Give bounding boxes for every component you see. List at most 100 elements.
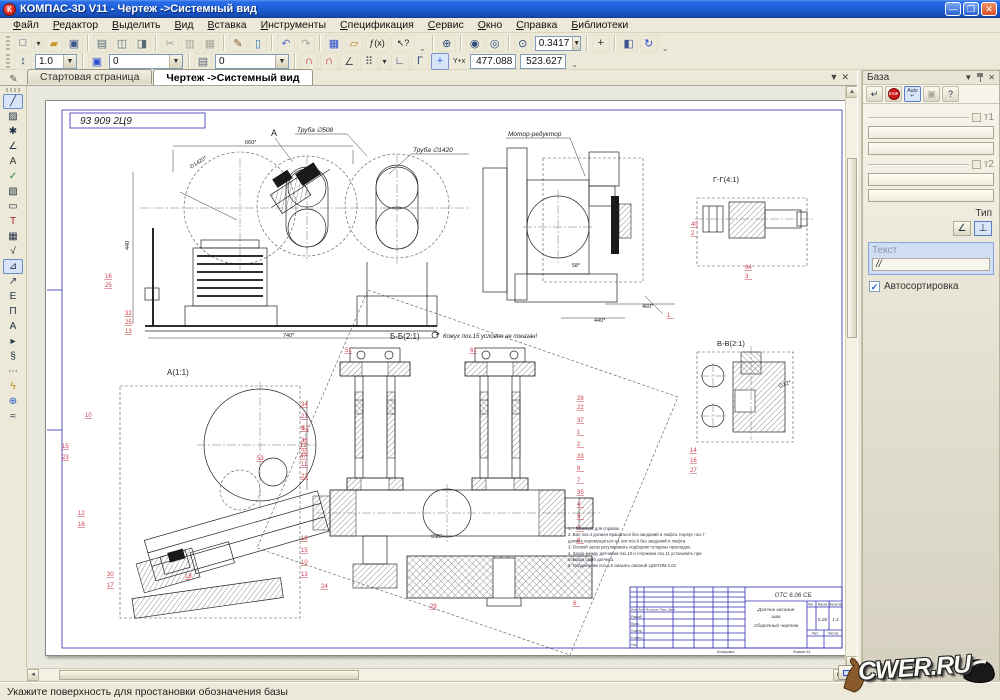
auto-create-button[interactable]: Auto↵ bbox=[904, 86, 921, 102]
datum-icon[interactable]: ⊿ bbox=[3, 259, 23, 274]
menu-справка[interactable]: Справка bbox=[509, 19, 564, 31]
grid-dropdown[interactable]: ▾ bbox=[380, 53, 389, 70]
drawing-sheet[interactable]: 93 909 2Ц9 bbox=[45, 100, 845, 656]
image-tool-icon[interactable]: ▧ bbox=[3, 184, 23, 199]
zoom-area-icon[interactable]: ◉ bbox=[466, 35, 484, 52]
dimensions-tool-icon[interactable]: ▨ bbox=[3, 109, 23, 124]
copy-properties-icon[interactable]: ✎ bbox=[229, 35, 247, 52]
detail-callout-icon[interactable]: § bbox=[3, 349, 23, 364]
maximize-button[interactable]: ❐ bbox=[963, 2, 979, 16]
context-help-icon[interactable]: ↖? bbox=[391, 35, 415, 52]
menu-окно[interactable]: Окно bbox=[471, 19, 509, 31]
check-icon[interactable]: ✓ bbox=[3, 169, 23, 184]
library-manager-icon[interactable]: ▱ bbox=[345, 35, 363, 52]
point1-x-input[interactable] bbox=[868, 126, 994, 139]
menu-инструменты[interactable]: Инструменты bbox=[254, 19, 333, 31]
layer-combo[interactable]: 0▼ bbox=[109, 54, 183, 69]
datum-perpendicular-icon[interactable]: ⊥ bbox=[974, 221, 992, 236]
text-value-field[interactable]: // bbox=[872, 258, 990, 271]
menu-вставка[interactable]: Вставка bbox=[201, 19, 254, 31]
copy-icon[interactable]: ▥ bbox=[181, 35, 199, 52]
vertical-scrollbar[interactable]: ▲ ▼ bbox=[845, 86, 857, 668]
compact-panel-grip[interactable] bbox=[6, 88, 20, 92]
redo-icon[interactable]: ↷ bbox=[297, 35, 315, 52]
snap-magnet-icon[interactable]: ∩ bbox=[300, 53, 318, 70]
panel-help-button[interactable]: ? bbox=[942, 86, 959, 102]
menu-спецификация[interactable]: Спецификация bbox=[333, 19, 421, 31]
mark-e-icon[interactable]: Е bbox=[3, 289, 23, 304]
angle-measure-icon[interactable]: ∠ bbox=[3, 139, 23, 154]
layer-combo-dropdown-icon[interactable]: ▼ bbox=[169, 55, 182, 68]
minimized-panel-button[interactable]: Зн bbox=[838, 665, 866, 680]
leader-icon[interactable]: ↗ bbox=[3, 274, 23, 289]
panel-pin-icon[interactable] bbox=[976, 73, 984, 82]
zoom-scale-icon[interactable]: ⊙ bbox=[514, 35, 532, 52]
centerline-icon[interactable]: ⋯ bbox=[3, 364, 23, 379]
zoom-selection-icon[interactable]: ◎ bbox=[486, 35, 504, 52]
cut-icon[interactable]: ✂ bbox=[161, 35, 179, 52]
view-arrow-icon[interactable]: ▸ bbox=[3, 334, 23, 349]
view-combo[interactable]: 0▼ bbox=[215, 54, 289, 69]
panel-close-icon[interactable]: ✕ bbox=[988, 73, 995, 82]
new-document-icon[interactable]: □ bbox=[14, 35, 32, 52]
document-send-icon[interactable]: ◨ bbox=[133, 35, 151, 52]
tolerance-frame-icon[interactable]: П bbox=[3, 304, 23, 319]
zoom-scale-combo-dropdown-icon[interactable]: ▼ bbox=[572, 37, 580, 50]
pan-icon[interactable]: + bbox=[592, 35, 610, 52]
close-button[interactable]: ✕ bbox=[981, 2, 997, 16]
line-scale-combo[interactable]: 1.0▼ bbox=[35, 54, 77, 69]
fx-icon[interactable]: ƒ(x) bbox=[365, 35, 389, 52]
point2-x-input[interactable] bbox=[868, 173, 994, 186]
panel-menu-icon[interactable]: ▼ bbox=[964, 73, 972, 82]
snap-toggle-icon[interactable]: + bbox=[431, 53, 449, 70]
view-combo-dropdown-icon[interactable]: ▼ bbox=[275, 55, 288, 68]
paste-icon[interactable]: ▦ bbox=[201, 35, 219, 52]
print-icon[interactable]: ▤ bbox=[93, 35, 111, 52]
variables-icon[interactable]: ▦ bbox=[325, 35, 343, 52]
designations-tool-icon[interactable]: ✱ bbox=[3, 124, 23, 139]
document-tab-1[interactable]: Чертеж ->Системный вид bbox=[153, 69, 312, 85]
menu-файл[interactable]: Файл bbox=[6, 19, 46, 31]
grid-icon[interactable]: ⠿ bbox=[360, 53, 378, 70]
text-a-icon[interactable]: А bbox=[3, 154, 23, 169]
coord-x-field[interactable]: 477.088 bbox=[470, 54, 516, 69]
print-preview-icon[interactable]: ◫ bbox=[113, 35, 131, 52]
tab-close-button[interactable]: ✕ bbox=[841, 72, 849, 83]
new-document-dropdown[interactable]: ▾ bbox=[34, 35, 43, 52]
views-icon[interactable]: ▤ bbox=[194, 53, 212, 70]
text-t-icon[interactable]: Т bbox=[3, 214, 23, 229]
table-icon[interactable]: ▦ bbox=[3, 229, 23, 244]
text-section[interactable]: Текст // bbox=[868, 242, 994, 275]
datum-slanted-icon[interactable]: ∠ bbox=[953, 221, 971, 236]
layers-icon[interactable]: ▣ bbox=[88, 53, 106, 70]
menu-сервис[interactable]: Сервис bbox=[421, 19, 471, 31]
undo-icon[interactable]: ↶ bbox=[277, 35, 295, 52]
autosort-checkbox[interactable]: ✓ bbox=[869, 281, 880, 292]
horizontal-scroll-thumb[interactable] bbox=[59, 670, 359, 680]
tab-list-dropdown[interactable]: ▼ bbox=[830, 72, 839, 83]
show-properties-button[interactable]: ▣ bbox=[923, 86, 940, 102]
save-icon[interactable]: ▣ bbox=[65, 35, 83, 52]
refresh-view-icon[interactable]: ↻ bbox=[640, 35, 658, 52]
open-icon[interactable]: ▰ bbox=[45, 35, 63, 52]
menu-вид[interactable]: Вид bbox=[168, 19, 201, 31]
toolbar-overflow-icon[interactable]: ⌄ bbox=[571, 60, 578, 69]
ortho-icon[interactable]: Г bbox=[411, 53, 429, 70]
coord-y-field[interactable]: 523.627 bbox=[520, 54, 566, 69]
local-cs-icon[interactable]: ∟ bbox=[391, 53, 409, 70]
zoom-in-icon[interactable]: ⊕ bbox=[438, 35, 456, 52]
object-style-icon[interactable]: ▯ bbox=[249, 35, 267, 52]
angle-magnet-icon[interactable]: ∩ bbox=[320, 53, 338, 70]
toolbar-grip[interactable] bbox=[6, 36, 10, 50]
sheet-tool-icon[interactable]: ▭ bbox=[3, 199, 23, 214]
menu-редактор[interactable]: Редактор bbox=[46, 19, 105, 31]
menu-библиотеки[interactable]: Библиотеки bbox=[564, 19, 635, 31]
wavy-line-icon[interactable]: ≈ bbox=[3, 409, 23, 424]
horizontal-scrollbar[interactable]: ◄ ► bbox=[27, 668, 845, 680]
toolbar-grip[interactable] bbox=[6, 54, 10, 68]
zoom-scale-combo[interactable]: 0.3417▼ bbox=[535, 36, 581, 51]
section-line-icon[interactable]: A bbox=[3, 319, 23, 334]
reference-point-icon[interactable]: ⊕ bbox=[3, 394, 23, 409]
document-tab-0[interactable]: Стартовая страница bbox=[27, 69, 152, 84]
minimize-button[interactable]: — bbox=[945, 2, 961, 16]
